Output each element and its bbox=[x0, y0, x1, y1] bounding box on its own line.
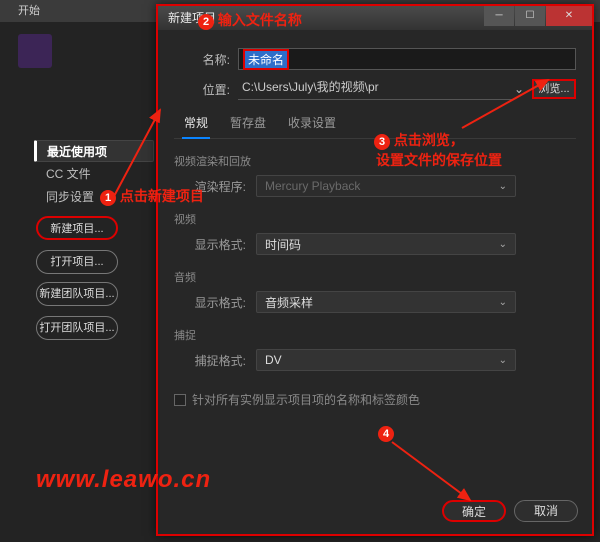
video-format-select[interactable]: 时间码⌄ bbox=[256, 233, 516, 255]
app-title: 开始 bbox=[18, 5, 40, 17]
tab-scratch[interactable]: 暂存盘 bbox=[228, 108, 268, 138]
sidebar-item-ccfiles[interactable]: CC 文件 bbox=[34, 162, 154, 185]
video-format-label: 显示格式: bbox=[174, 236, 246, 253]
tab-ingest[interactable]: 收录设置 bbox=[286, 108, 338, 138]
dialog-titlebar: 新建项目 ─ ☐ ✕ bbox=[158, 6, 592, 30]
browse-button[interactable]: 浏览... bbox=[532, 79, 576, 99]
section-render: 视频渲染和回放 bbox=[174, 153, 576, 169]
minimize-icon[interactable]: ─ bbox=[484, 6, 514, 26]
checkbox-icon bbox=[174, 394, 186, 406]
audio-format-select[interactable]: 音频采样⌄ bbox=[256, 291, 516, 313]
name-label: 名称: bbox=[174, 51, 230, 68]
audio-format-label: 显示格式: bbox=[174, 294, 246, 311]
renderer-select[interactable]: Mercury Playback⌄ bbox=[256, 175, 516, 197]
open-team-project-button[interactable]: 打开团队项目... bbox=[36, 316, 118, 340]
sidebar: 最近使用项 CC 文件 同步设置 bbox=[34, 140, 154, 208]
ok-button[interactable]: 确定 bbox=[442, 500, 506, 522]
section-audio: 音频 bbox=[174, 269, 576, 285]
location-label: 位置: bbox=[174, 81, 230, 98]
new-project-dialog: 新建项目 ─ ☐ ✕ 名称: 未命名 位置: C:\Users\July\我的视… bbox=[156, 4, 594, 536]
watermark: www.leawo.cn bbox=[36, 466, 211, 494]
show-name-color-checkbox[interactable]: 针对所有实例显示项目项的名称和标签颜色 bbox=[174, 391, 576, 408]
open-project-button[interactable]: 打开项目... bbox=[36, 250, 118, 274]
capture-format-label: 捕捉格式: bbox=[174, 352, 246, 369]
capture-format-select[interactable]: DV⌄ bbox=[256, 349, 516, 371]
sidebar-item-sync[interactable]: 同步设置 bbox=[34, 185, 154, 208]
checkbox-label: 针对所有实例显示项目项的名称和标签颜色 bbox=[192, 391, 420, 408]
renderer-label: 渲染程序: bbox=[174, 178, 246, 195]
close-icon[interactable]: ✕ bbox=[546, 6, 592, 26]
chevron-down-icon[interactable]: ⌄ bbox=[512, 82, 526, 96]
tab-general[interactable]: 常规 bbox=[182, 108, 210, 139]
maximize-icon[interactable]: ☐ bbox=[515, 6, 545, 26]
name-value: 未命名 bbox=[243, 49, 289, 70]
dialog-title: 新建项目 bbox=[168, 11, 216, 25]
name-input[interactable]: 未命名 bbox=[238, 48, 576, 70]
new-project-button[interactable]: 新建项目... bbox=[36, 216, 118, 240]
sidebar-item-recent[interactable]: 最近使用项 bbox=[34, 140, 154, 162]
dialog-body: 名称: 未命名 位置: C:\Users\July\我的视频\pr ⌄ 浏览..… bbox=[158, 30, 592, 408]
section-video: 视频 bbox=[174, 211, 576, 227]
app-logo bbox=[18, 34, 52, 68]
tabs: 常规 暂存盘 收录设置 bbox=[174, 108, 576, 139]
location-input[interactable]: C:\Users\July\我的视频\pr bbox=[238, 78, 512, 100]
new-team-project-button[interactable]: 新建团队项目... bbox=[36, 282, 118, 306]
section-capture: 捕捉 bbox=[174, 327, 576, 343]
cancel-button[interactable]: 取消 bbox=[514, 500, 578, 522]
